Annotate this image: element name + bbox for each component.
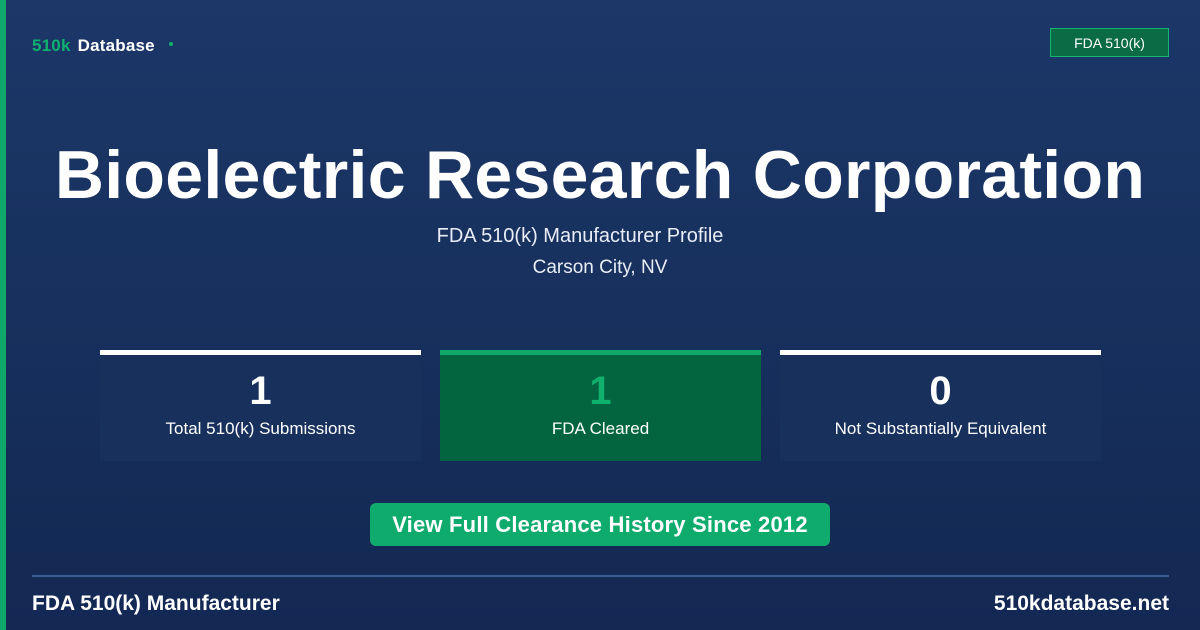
manufacturer-location: Carson City, NV xyxy=(532,257,668,278)
footer-site-link[interactable]: 510kdatabase.net xyxy=(994,591,1169,617)
brand-logo[interactable]: 510k Database xyxy=(32,36,173,56)
brand-prefix: 510k xyxy=(32,36,71,55)
footer-caption: FDA 510(k) Manufacturer xyxy=(32,592,280,615)
stat-card-not-substantially-equivalent: 0 Not Substantially Equivalent xyxy=(780,350,1101,461)
stat-value: 0 xyxy=(929,369,952,413)
stat-value: 1 xyxy=(249,369,272,413)
stat-label: Total 510(k) Submissions xyxy=(165,419,356,438)
stat-card-total-submissions: 1 Total 510(k) Submissions xyxy=(100,350,421,461)
fda-badge: FDA 510(k) xyxy=(1050,28,1169,57)
stat-label: FDA Cleared xyxy=(551,419,650,438)
brand-dot-icon xyxy=(168,42,173,46)
brand-name: Database xyxy=(77,36,155,55)
profile-subtitle: FDA 510(k) Manufacturer Profile xyxy=(436,225,724,247)
og-card: 510k Database FDA 510(k) Bioelectric Res… xyxy=(0,0,1200,630)
footer-divider xyxy=(32,575,1169,577)
manufacturer-name: Bioelectric Research Corporation xyxy=(54,137,1146,213)
stat-label: Not Substantially Equivalent xyxy=(834,419,1047,438)
view-clearance-history-button[interactable]: View Full Clearance History Since 2012 xyxy=(370,503,830,546)
left-accent-bar xyxy=(0,0,6,630)
stat-card-fda-cleared: 1 FDA Cleared xyxy=(440,350,761,461)
stat-value: 1 xyxy=(589,369,612,413)
